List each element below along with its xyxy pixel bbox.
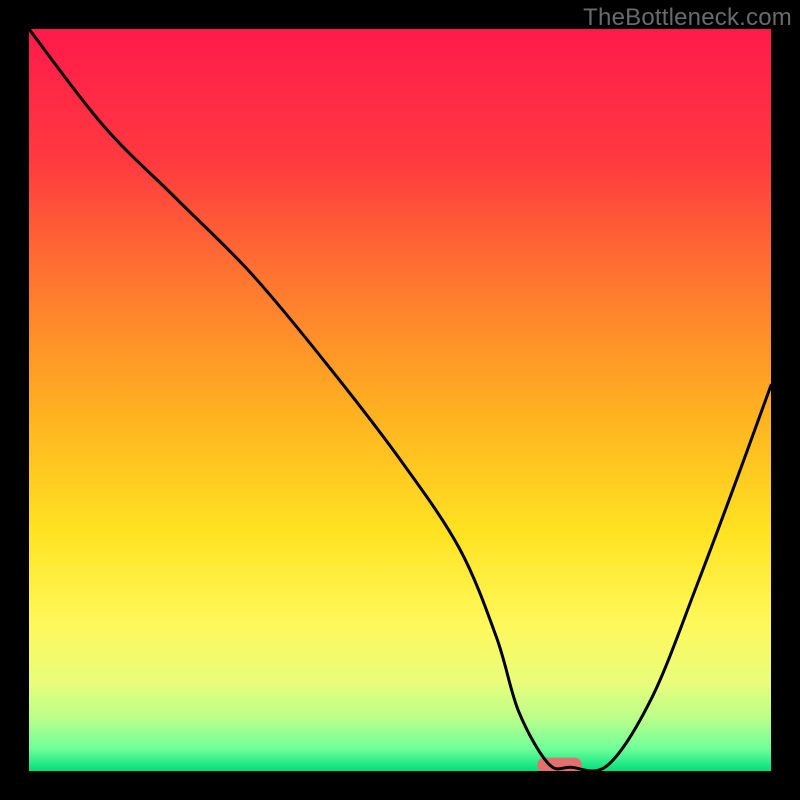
chart-background: [29, 29, 771, 771]
watermark-text: TheBottleneck.com: [583, 4, 792, 32]
chart-frame: [29, 29, 771, 771]
chart-svg: [29, 29, 771, 771]
